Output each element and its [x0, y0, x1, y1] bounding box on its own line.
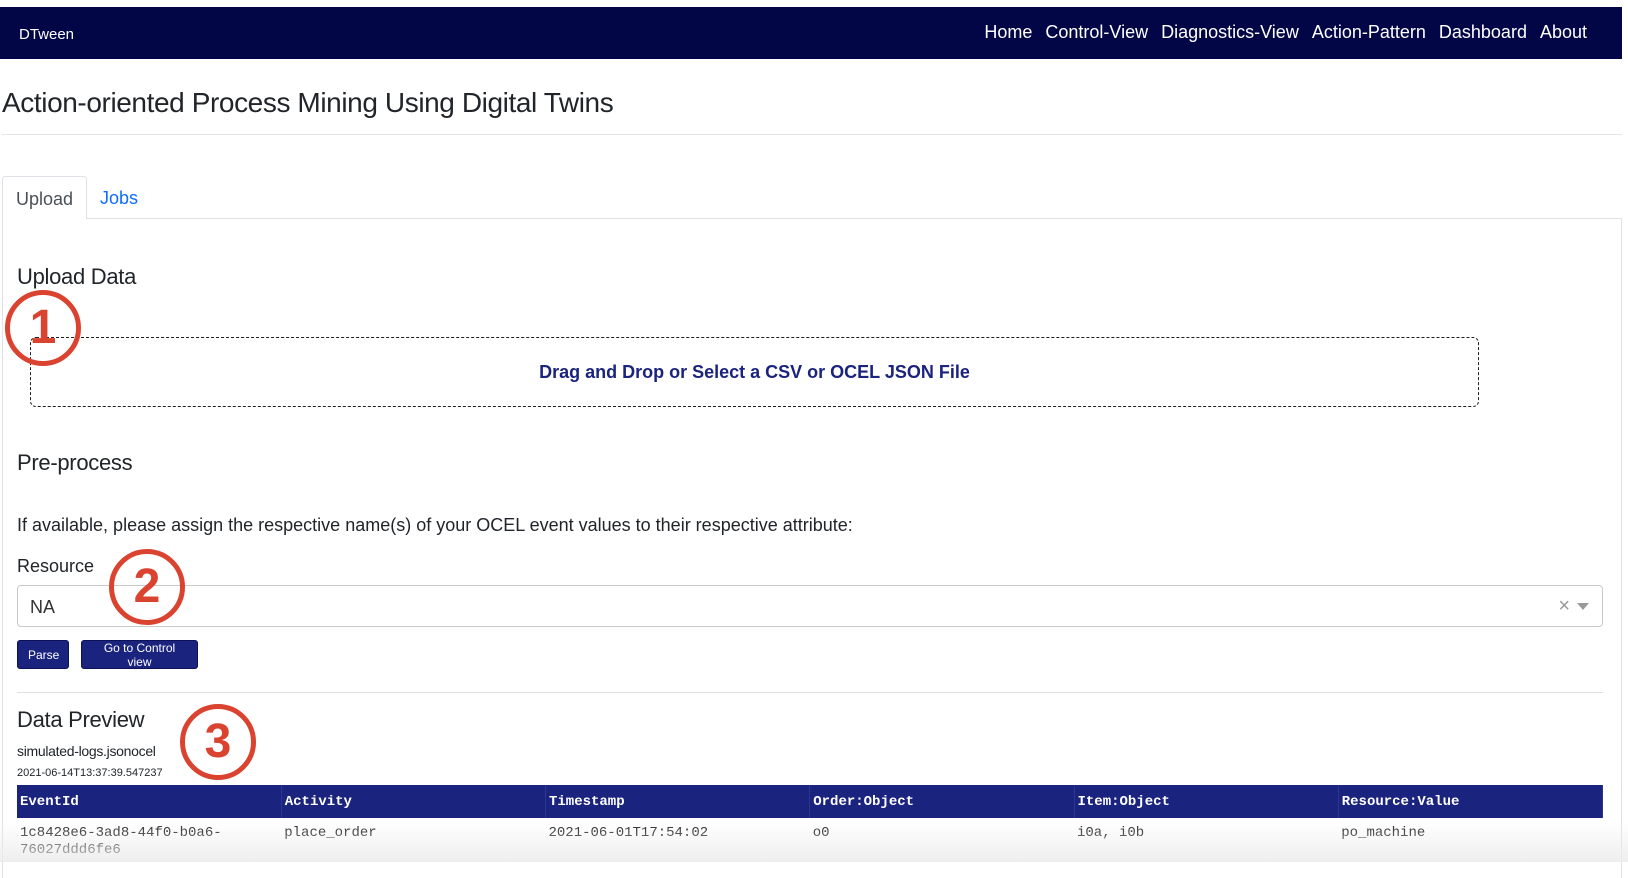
preprocess-heading: Pre-process: [17, 450, 133, 475]
annotation-marker-3: 3: [180, 704, 256, 780]
file-dropzone[interactable]: Drag and Drop or Select a CSV or OCEL JS…: [30, 337, 1479, 407]
brand-logo[interactable]: DTween: [19, 26, 74, 43]
title-divider: [2, 134, 1622, 135]
column-header-eventid[interactable]: EventId: [17, 785, 282, 818]
annotation-marker-1: 1: [5, 290, 81, 366]
chevron-down-icon[interactable]: [1577, 603, 1589, 610]
table-row: 1c8428e6-3ad8-44f0-b0a6-76027ddd6fe6 pla…: [17, 818, 1603, 859]
table-header-row: EventId Activity Timestamp Order:Object …: [17, 785, 1604, 818]
table-cell: po_machine: [1341, 825, 1426, 841]
preview-filename: simulated-logs.jsonocel: [17, 743, 156, 759]
tab-jobs[interactable]: Jobs: [100, 188, 138, 209]
section-divider: [17, 692, 1603, 693]
resource-label: Resource: [17, 556, 95, 576]
resource-select-value: NA: [30, 597, 56, 617]
annotation-marker-2: 2: [109, 549, 185, 625]
nav-link-diagnostics-view[interactable]: Diagnostics-View: [1161, 22, 1299, 43]
preview-timestamp: 2021-06-14T13:37:39.547237: [17, 767, 163, 779]
nav-link-home[interactable]: Home: [984, 22, 1032, 43]
nav-link-control-view[interactable]: Control-View: [1045, 22, 1148, 43]
go-to-control-view-button[interactable]: Go to Control view: [81, 640, 198, 669]
table-cell: place_order: [284, 825, 377, 841]
table-cell: 1c8428e6-3ad8-44f0-b0a6-76027ddd6fe6: [20, 825, 222, 858]
preprocess-instructions: If available, please assign the respecti…: [17, 515, 853, 535]
tab-upload[interactable]: Upload: [2, 176, 87, 219]
nav-link-dashboard[interactable]: Dashboard: [1439, 22, 1527, 43]
column-header-item-object[interactable]: Item:Object: [1074, 785, 1339, 818]
column-header-resource-value[interactable]: Resource:Value: [1338, 785, 1604, 818]
upload-data-heading: Upload Data: [17, 264, 136, 289]
nav-link-about[interactable]: About: [1540, 22, 1587, 43]
navbar: DTween Home Control-View Diagnostics-Vie…: [0, 7, 1622, 59]
page-title: Action-oriented Process Mining Using Dig…: [2, 87, 614, 118]
table-cell: o0: [812, 825, 830, 841]
data-preview-table: EventId Activity Timestamp Order:Object …: [17, 785, 1604, 859]
nav-link-action-pattern[interactable]: Action-Pattern: [1312, 22, 1426, 43]
table-cell: i0a, i0b: [1077, 825, 1145, 841]
column-header-order-object[interactable]: Order:Object: [809, 785, 1075, 818]
column-header-timestamp[interactable]: Timestamp: [545, 785, 811, 818]
resource-select[interactable]: NA ×: [17, 585, 1603, 627]
nav-links: Home Control-View Diagnostics-View Actio…: [984, 22, 1587, 43]
table-cell: 2021-06-01T17:54:02: [548, 825, 709, 841]
tab-panel: [2, 218, 1622, 878]
column-header-activity[interactable]: Activity: [281, 785, 547, 818]
clear-icon[interactable]: ×: [1558, 595, 1570, 618]
parse-button[interactable]: Parse: [17, 640, 69, 669]
dropzone-label: Drag and Drop or Select a CSV or OCEL JS…: [539, 361, 970, 382]
data-preview-heading: Data Preview: [17, 707, 145, 732]
